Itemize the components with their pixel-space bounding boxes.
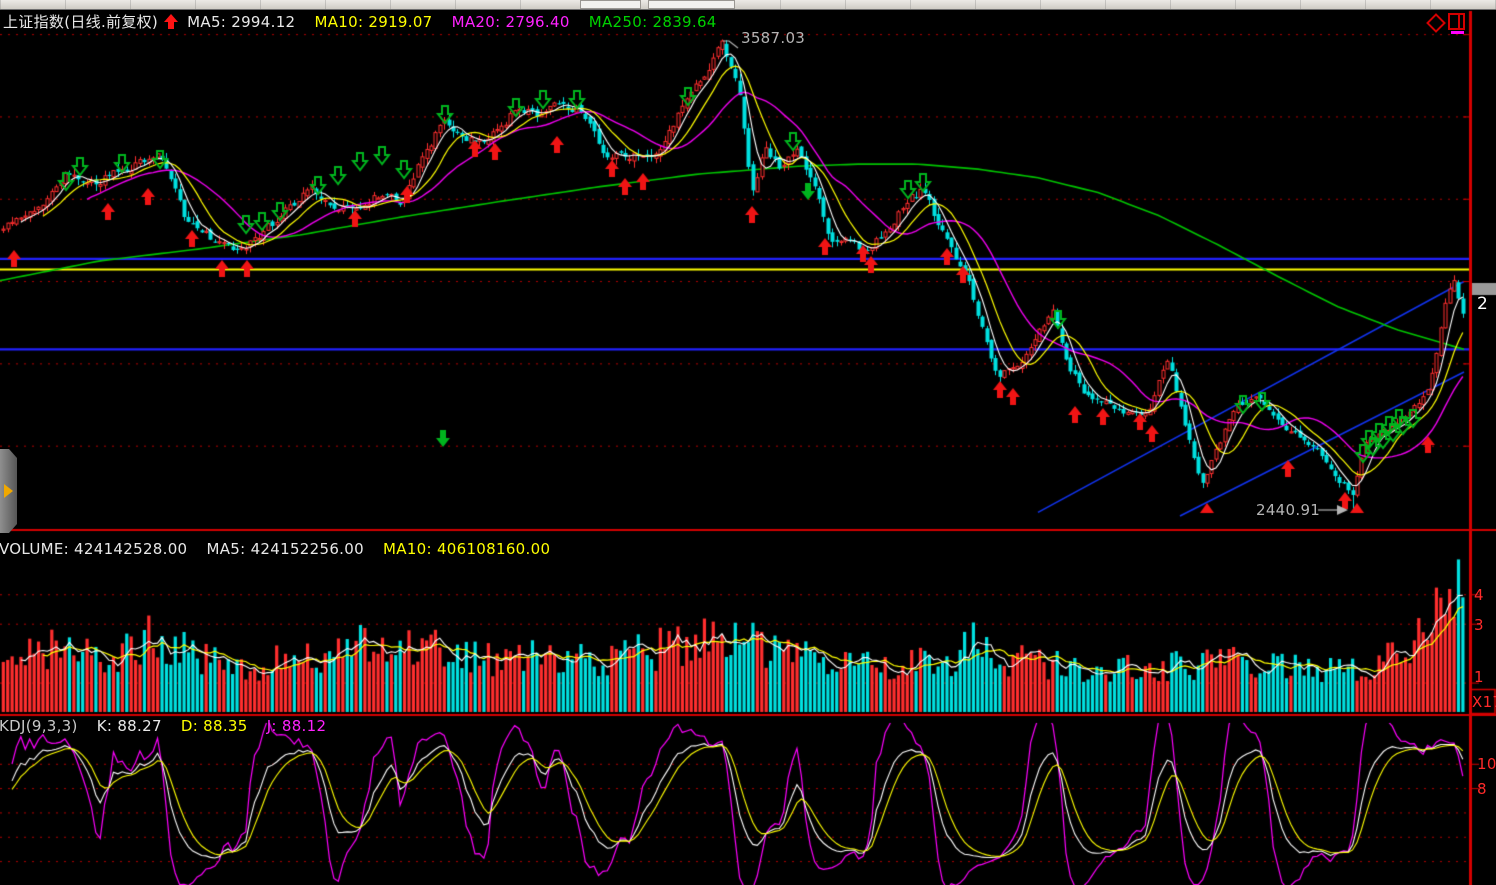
kdj-axis-label: 10 <box>1477 755 1496 773</box>
kdj-axis-label: 8 <box>1477 780 1487 798</box>
trough-price-annotation: 2440.91 <box>1256 501 1320 519</box>
chart-canvas[interactable] <box>0 0 1496 885</box>
volume-unit-label: X17 <box>1472 693 1496 711</box>
ma20-readout: MA20: 2796.40 <box>452 13 570 31</box>
volume-ma5-readout: MA5: 424152256.00 <box>206 540 363 558</box>
volume-readout: VOLUME: 424142528.00 <box>0 540 187 558</box>
expand-right-icon <box>4 484 13 498</box>
kdj-title: KDJ(9,3,3) <box>0 717 78 735</box>
toolbar-button-fragment[interactable] <box>648 0 735 9</box>
kdj-indicator-bar: KDJ(9,3,3) K: 88.27 D: 88.35 J: 88.12 <box>0 717 326 735</box>
price-axis-tag: 2 <box>1477 294 1488 314</box>
volume-axis-label: 1 <box>1474 668 1484 686</box>
volume-indicator-bar: VOLUME: 424142528.00 MA5: 424152256.00 M… <box>0 540 550 558</box>
kdj-k-readout: K: 88.27 <box>97 717 162 735</box>
kdj-d-readout: D: 88.35 <box>181 717 248 735</box>
main-indicator-bar: 上证指数(日线.前复权) MA5: 2994.12 MA10: 2919.07 … <box>3 11 717 32</box>
volume-axis-label: 4 <box>1474 586 1484 604</box>
symbol-title: 上证指数(日线.前复权) <box>3 13 158 31</box>
ma5-readout: MA5: 2994.12 <box>187 13 295 31</box>
magenta-marker <box>1451 31 1464 34</box>
sidebar-expand-handle[interactable] <box>0 449 17 533</box>
window-layout-icon[interactable] <box>1448 13 1465 30</box>
ma250-readout: MA250: 2839.64 <box>589 13 717 31</box>
kdj-j-readout: J: 88.12 <box>267 717 327 735</box>
volume-axis-label: 3 <box>1474 616 1484 634</box>
top-toolbar-strip <box>0 0 1496 10</box>
trading-app-window: { "toolbar": {"note": "toolbar bottom ed… <box>0 0 1496 885</box>
peak-price-annotation: 3587.03 <box>741 29 805 47</box>
volume-ma10-readout: MA10: 406108160.00 <box>383 540 550 558</box>
toolbar-button-fragment[interactable] <box>580 0 641 9</box>
up-arrow-icon <box>164 14 178 29</box>
ma10-readout: MA10: 2919.07 <box>314 13 432 31</box>
